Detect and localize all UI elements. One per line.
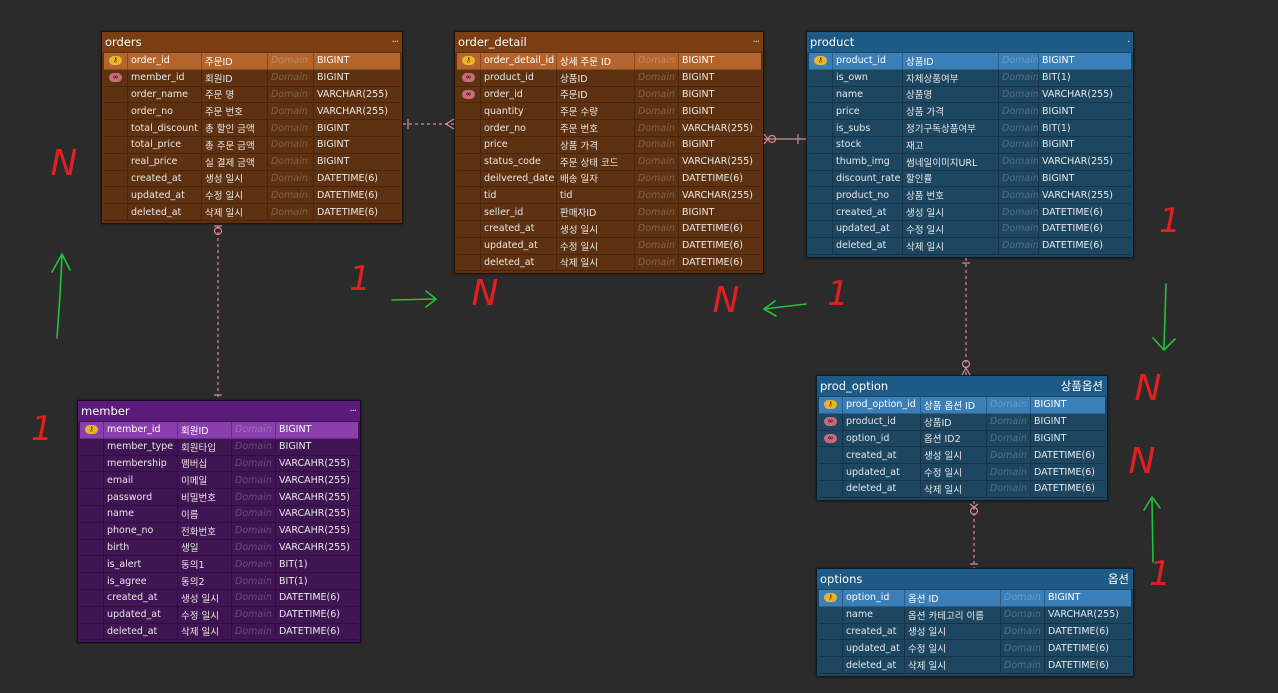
relationship-end-icon (969, 503, 975, 508)
handwritten-annotation: N (1129, 441, 1156, 482)
handwritten-annotation: N (472, 273, 499, 314)
handwritten-annotation: N (51, 143, 78, 184)
annotation-layer: N1 N N 11NN11 (31, 118, 1181, 594)
relationship-end-icon (973, 503, 979, 508)
handwritten-annotation: N (1135, 368, 1162, 409)
annotation-arrow (1151, 499, 1154, 563)
annotation-arrow (1163, 283, 1167, 349)
handwritten-annotation: N (713, 280, 740, 321)
handwritten-annotation: 1 (349, 259, 371, 299)
relationship-end-icon (763, 133, 769, 140)
relationship-end-icon (445, 123, 455, 130)
annotation-arrow (391, 298, 437, 301)
handwritten-annotation: 1 (1159, 201, 1181, 241)
handwritten-annotation: 1 (827, 274, 849, 314)
relationship-end-icon (763, 138, 769, 145)
handwritten-annotation: 1 (31, 409, 53, 449)
annotation-arrow (56, 255, 63, 339)
relationship-end-icon (445, 118, 455, 125)
